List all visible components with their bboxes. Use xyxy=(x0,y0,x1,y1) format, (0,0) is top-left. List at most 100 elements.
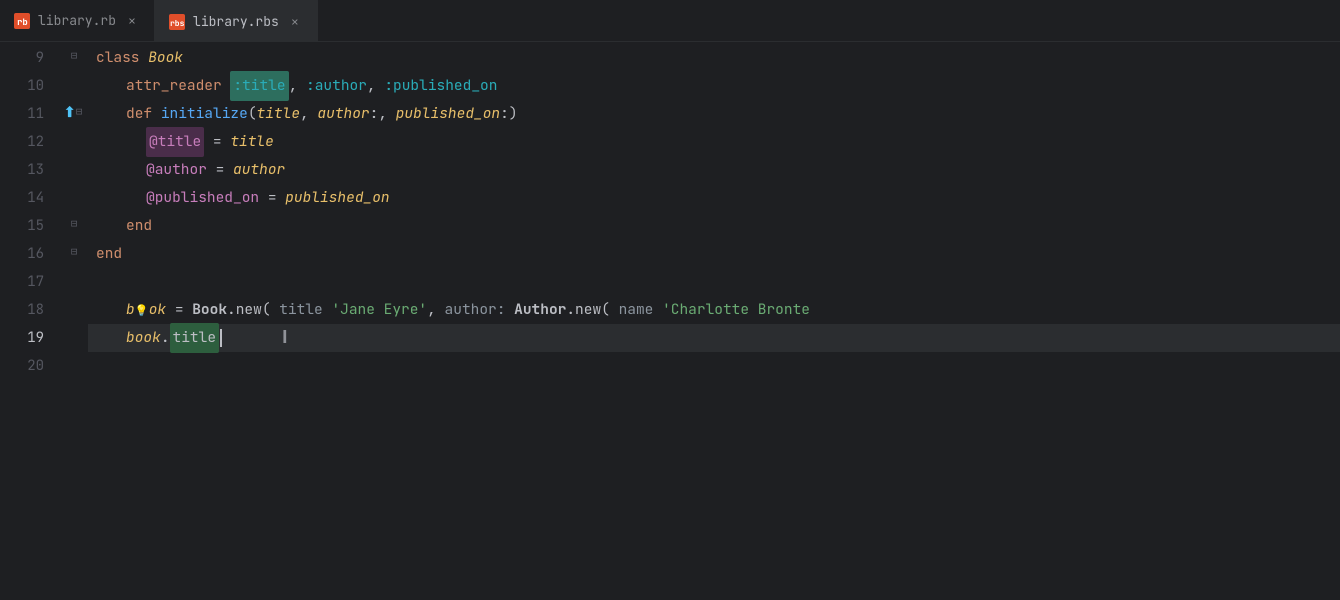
ivar-title: @title xyxy=(146,127,204,157)
symbol-title: :title xyxy=(230,71,288,101)
paren-open: ( xyxy=(248,100,257,128)
ivar-author: @author xyxy=(146,156,207,184)
string-charlotte: 'Charlotte Bronte xyxy=(662,296,810,324)
tab-close-rb[interactable]: ✕ xyxy=(124,13,140,29)
colon-2: :) xyxy=(500,100,517,128)
fold-icon-9[interactable]: ⊟ xyxy=(71,49,78,63)
tab-close-rbs[interactable]: ✕ xyxy=(287,14,303,30)
line-num-19: 19 xyxy=(0,324,60,352)
keyword-end-outer: end xyxy=(96,240,122,268)
fold-icon-11[interactable]: ⊟ xyxy=(76,105,83,119)
code-line-16: end xyxy=(88,240,1340,268)
line-num-14: 14 xyxy=(0,184,60,212)
hint-name: name xyxy=(619,296,654,324)
line-num-12: 12 xyxy=(0,128,60,156)
line-num-20: 20 xyxy=(0,352,60,380)
line-num-13: 13 xyxy=(0,156,60,184)
svg-text:rb: rb xyxy=(17,16,28,28)
code-line-17 xyxy=(88,268,1340,296)
gutter-15: ⊟ xyxy=(60,210,88,238)
attr-reader-kw: attr_reader xyxy=(126,72,222,100)
line-num-18: 18 xyxy=(0,296,60,324)
comma-2: , xyxy=(367,72,376,100)
gutter-16: ⊟ xyxy=(60,238,88,266)
code-line-11: def initialize ( title , author :, publi… xyxy=(88,100,1340,128)
gutter-19 xyxy=(60,322,88,350)
param-title: title xyxy=(257,100,301,128)
tab-label-rb: library.rb xyxy=(38,12,116,29)
line-num-15: 15 xyxy=(0,212,60,240)
method-initialize: initialize xyxy=(161,100,248,128)
code-line-18: b 💡 ok = Book .new( title 'Jane Eyre' , … xyxy=(88,296,1340,324)
class-book-new: Book xyxy=(192,296,227,324)
dot-title: . xyxy=(161,324,170,352)
lightbulb-icon: 💡 xyxy=(135,297,149,325)
class-name-book: Book xyxy=(148,44,183,72)
line-num-17: 17 xyxy=(0,268,60,296)
tab-label-rbs: library.rbs xyxy=(193,13,279,30)
gutter-18 xyxy=(60,294,88,322)
gutter-11: ⬆ ⊟ xyxy=(60,98,88,126)
gutter-14 xyxy=(60,182,88,210)
tab-library-rbs[interactable]: rbs library.rbs ✕ xyxy=(155,0,318,42)
symbol-author: :author xyxy=(306,72,367,100)
dot-new: .new( xyxy=(227,296,271,324)
gutter-12 xyxy=(60,126,88,154)
tab-bar: rb library.rb ✕ rbs library.rbs ✕ xyxy=(0,0,1340,42)
editor-area: 9 10 11 12 13 14 15 16 17 18 19 20 ⊟ ⬆ ⊟ xyxy=(0,42,1340,600)
keyword-def: def xyxy=(126,100,152,128)
code-line-12: @title = title xyxy=(88,128,1340,156)
hint-title: title xyxy=(279,296,323,324)
dot-new-2: .new( xyxy=(566,296,610,324)
var-ook: ok xyxy=(149,300,166,319)
line-num-9: 9 xyxy=(0,44,60,72)
code-content[interactable]: class Book attr_reader :title , :author … xyxy=(88,42,1340,600)
line-numbers: 9 10 11 12 13 14 15 16 17 18 19 20 xyxy=(0,42,60,600)
comma-3: , xyxy=(300,100,309,128)
val-author: author xyxy=(233,156,285,184)
param-author: author xyxy=(317,100,369,128)
op-assign-book: = xyxy=(175,296,184,324)
gutter-column: ⊟ ⬆ ⊟ ⊟ ⊟ xyxy=(60,42,88,600)
arrow-up-icon: ⬆ xyxy=(66,104,74,121)
i-beam-cursor: 𝐈 xyxy=(282,324,288,352)
symbol-published-on: :published_on xyxy=(384,72,497,100)
string-jane-eyre: 'Jane Eyre' xyxy=(331,296,427,324)
fold-icon-15[interactable]: ⊟ xyxy=(71,217,78,231)
gutter-17 xyxy=(60,266,88,294)
tab-library-rb[interactable]: rb library.rb ✕ xyxy=(0,0,155,42)
code-line-20 xyxy=(88,352,1340,380)
op-assign-2: = xyxy=(216,156,225,184)
svg-text:rbs: rbs xyxy=(170,19,185,29)
code-line-15: end xyxy=(88,212,1340,240)
hint-author: author: xyxy=(445,296,506,324)
method-title-highlighted: title xyxy=(170,323,220,353)
code-line-9: class Book xyxy=(88,44,1340,72)
text-cursor xyxy=(220,329,222,347)
gutter-13 xyxy=(60,154,88,182)
keyword-end-inner: end xyxy=(126,212,152,240)
val-published: published_on xyxy=(285,184,389,212)
keyword-class: class xyxy=(96,44,140,72)
ruby-file-icon: rb xyxy=(14,13,30,29)
fold-icon-16[interactable]: ⊟ xyxy=(71,245,78,259)
colon-1: :, xyxy=(370,100,387,128)
app-window: rb library.rb ✕ rbs library.rbs ✕ 9 10 1… xyxy=(0,0,1340,600)
author-new: Author xyxy=(514,296,566,324)
code-line-14: @published_on = published_on xyxy=(88,184,1340,212)
gutter-20 xyxy=(60,350,88,378)
comma-book-1: , xyxy=(427,296,436,324)
ivar-published: @published_on xyxy=(146,184,259,212)
gutter-9: ⊟ xyxy=(60,42,88,70)
var-b: b xyxy=(126,296,135,324)
val-title: title xyxy=(230,128,274,156)
ruby-sig-file-icon: rbs xyxy=(169,14,185,30)
line-num-10: 10 xyxy=(0,72,60,100)
comma-1: , xyxy=(289,72,298,100)
line-num-16: 16 xyxy=(0,240,60,268)
op-assign-3: = xyxy=(268,184,277,212)
op-assign-1: = xyxy=(213,128,222,156)
code-line-13: @author = author xyxy=(88,156,1340,184)
line-num-11: 11 xyxy=(0,100,60,128)
code-line-19: book . title 𝐈 xyxy=(88,324,1340,352)
